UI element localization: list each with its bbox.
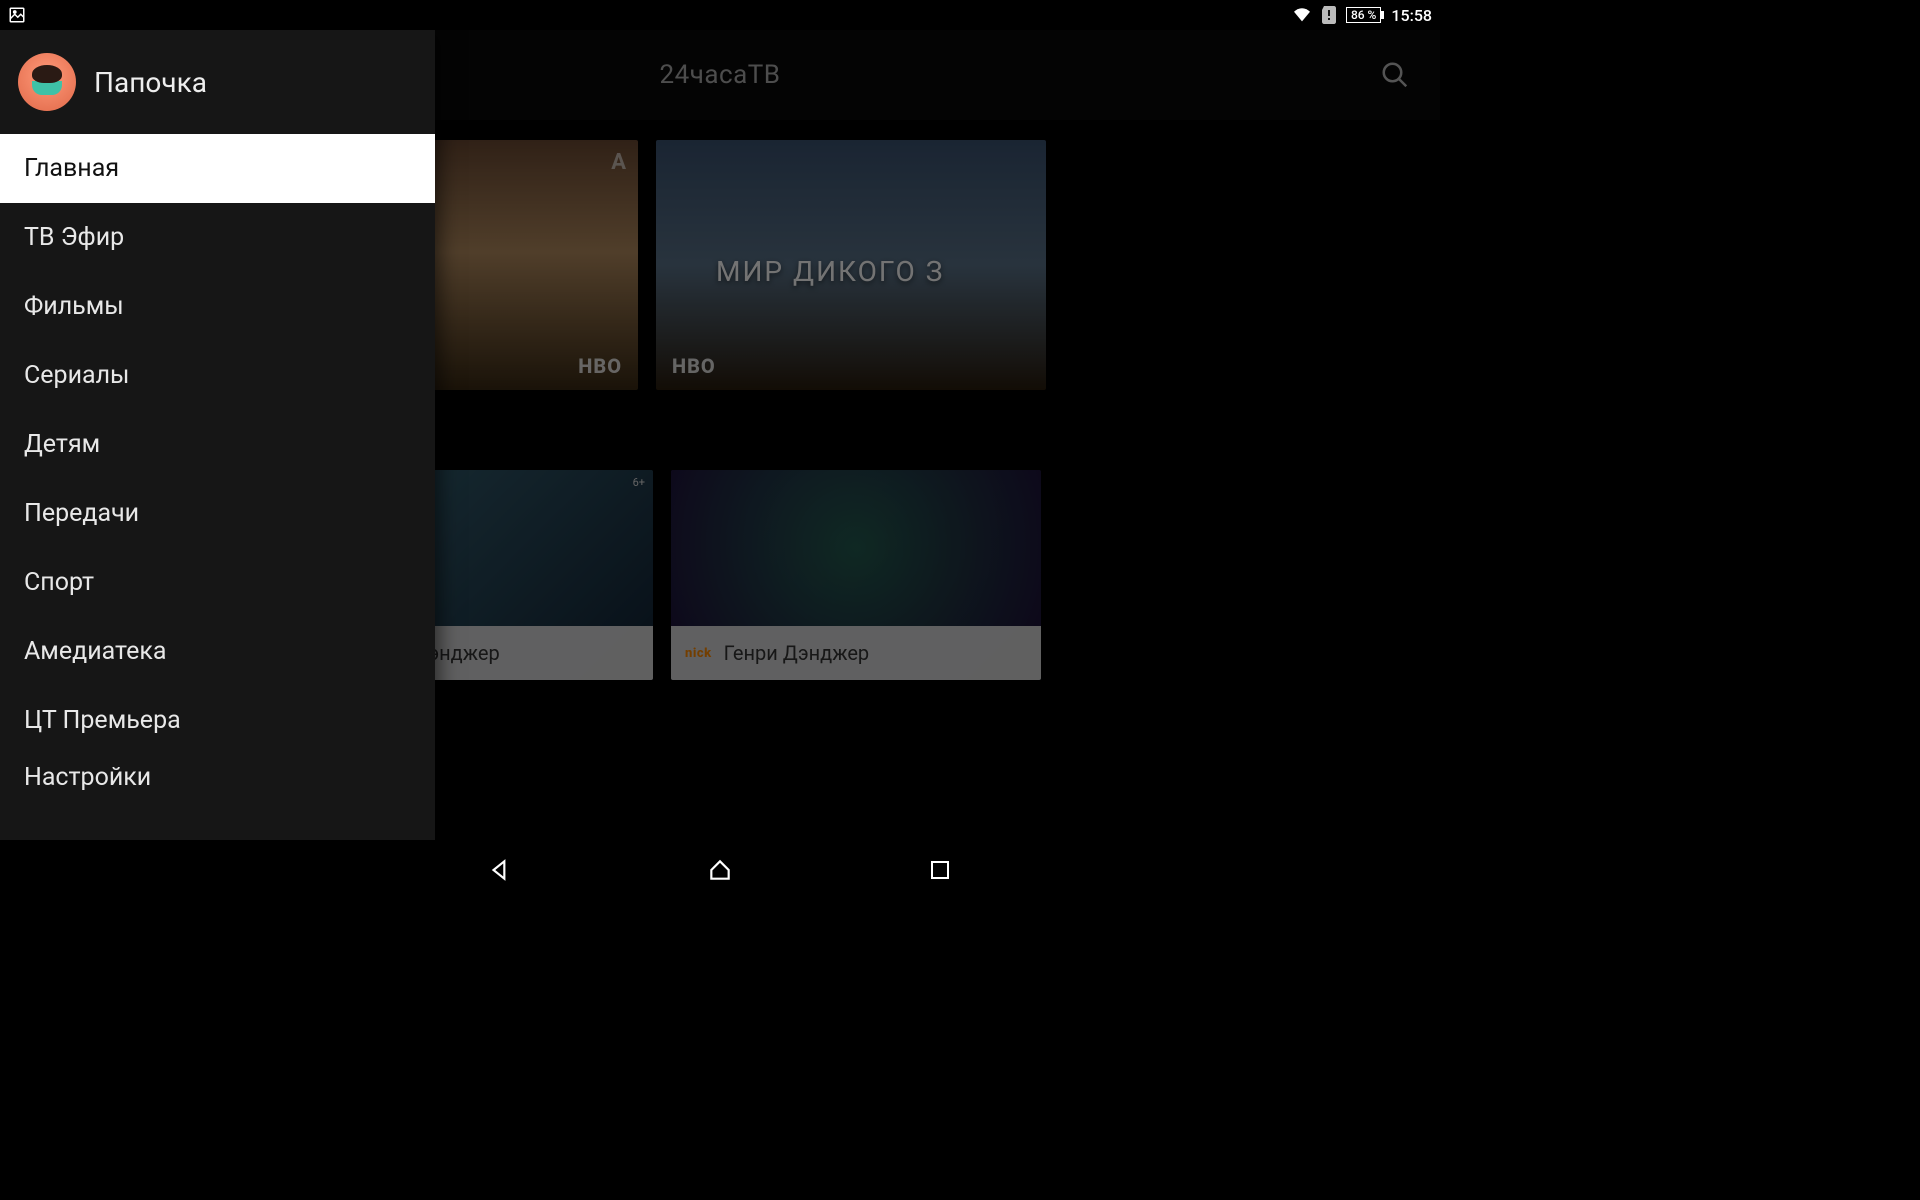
drawer-item-label: Главная xyxy=(24,154,119,183)
avatar[interactable] xyxy=(18,53,76,111)
drawer-item-home[interactable]: Главная xyxy=(0,134,435,203)
drawer-item-movies[interactable]: Фильмы xyxy=(0,272,435,341)
status-time: 15:58 xyxy=(1391,6,1432,25)
drawer-item-ct-premiere[interactable]: ЦТ Премьера xyxy=(0,686,435,755)
drawer-item-label: Передачи xyxy=(24,499,139,528)
recent-apps-button[interactable] xyxy=(920,850,960,890)
drawer-item-programs[interactable]: Передачи xyxy=(0,479,435,548)
drawer-item-amediateka[interactable]: Амедиатека xyxy=(0,617,435,686)
sd-card-warning-icon xyxy=(1322,6,1336,24)
drawer-item-label: Детям xyxy=(24,430,100,459)
android-status-bar: 86 % 15:58 xyxy=(0,0,1440,30)
android-nav-bar xyxy=(0,840,1440,900)
drawer-item-label: Сериалы xyxy=(24,361,129,390)
gallery-icon xyxy=(8,6,26,24)
drawer-item-label: ТВ Эфир xyxy=(24,223,124,252)
drawer-item-label: Спорт xyxy=(24,568,94,597)
drawer-item-label: ЦТ Премьера xyxy=(24,706,181,735)
back-button[interactable] xyxy=(480,850,520,890)
wifi-icon xyxy=(1292,7,1312,23)
drawer-list: Главная ТВ Эфир Фильмы Сериалы Детям Пер… xyxy=(0,134,435,840)
drawer-item-kids[interactable]: Детям xyxy=(0,410,435,479)
battery-indicator: 86 % xyxy=(1346,7,1381,23)
drawer-item-label: Настройки xyxy=(24,763,151,792)
nav-drawer: Папочка Главная ТВ Эфир Фильмы Сериалы Д… xyxy=(0,30,435,840)
drawer-item-series[interactable]: Сериалы xyxy=(0,341,435,410)
home-button[interactable] xyxy=(700,850,740,890)
drawer-item-label: Амедиатека xyxy=(24,637,166,666)
drawer-item-tv-live[interactable]: ТВ Эфир xyxy=(0,203,435,272)
drawer-username: Папочка xyxy=(94,66,207,99)
drawer-item-settings[interactable]: Настройки xyxy=(0,755,435,805)
drawer-header[interactable]: Папочка xyxy=(0,30,435,134)
drawer-item-sport[interactable]: Спорт xyxy=(0,548,435,617)
drawer-item-label: Фильмы xyxy=(24,292,124,321)
battery-text: 86 % xyxy=(1351,8,1376,22)
